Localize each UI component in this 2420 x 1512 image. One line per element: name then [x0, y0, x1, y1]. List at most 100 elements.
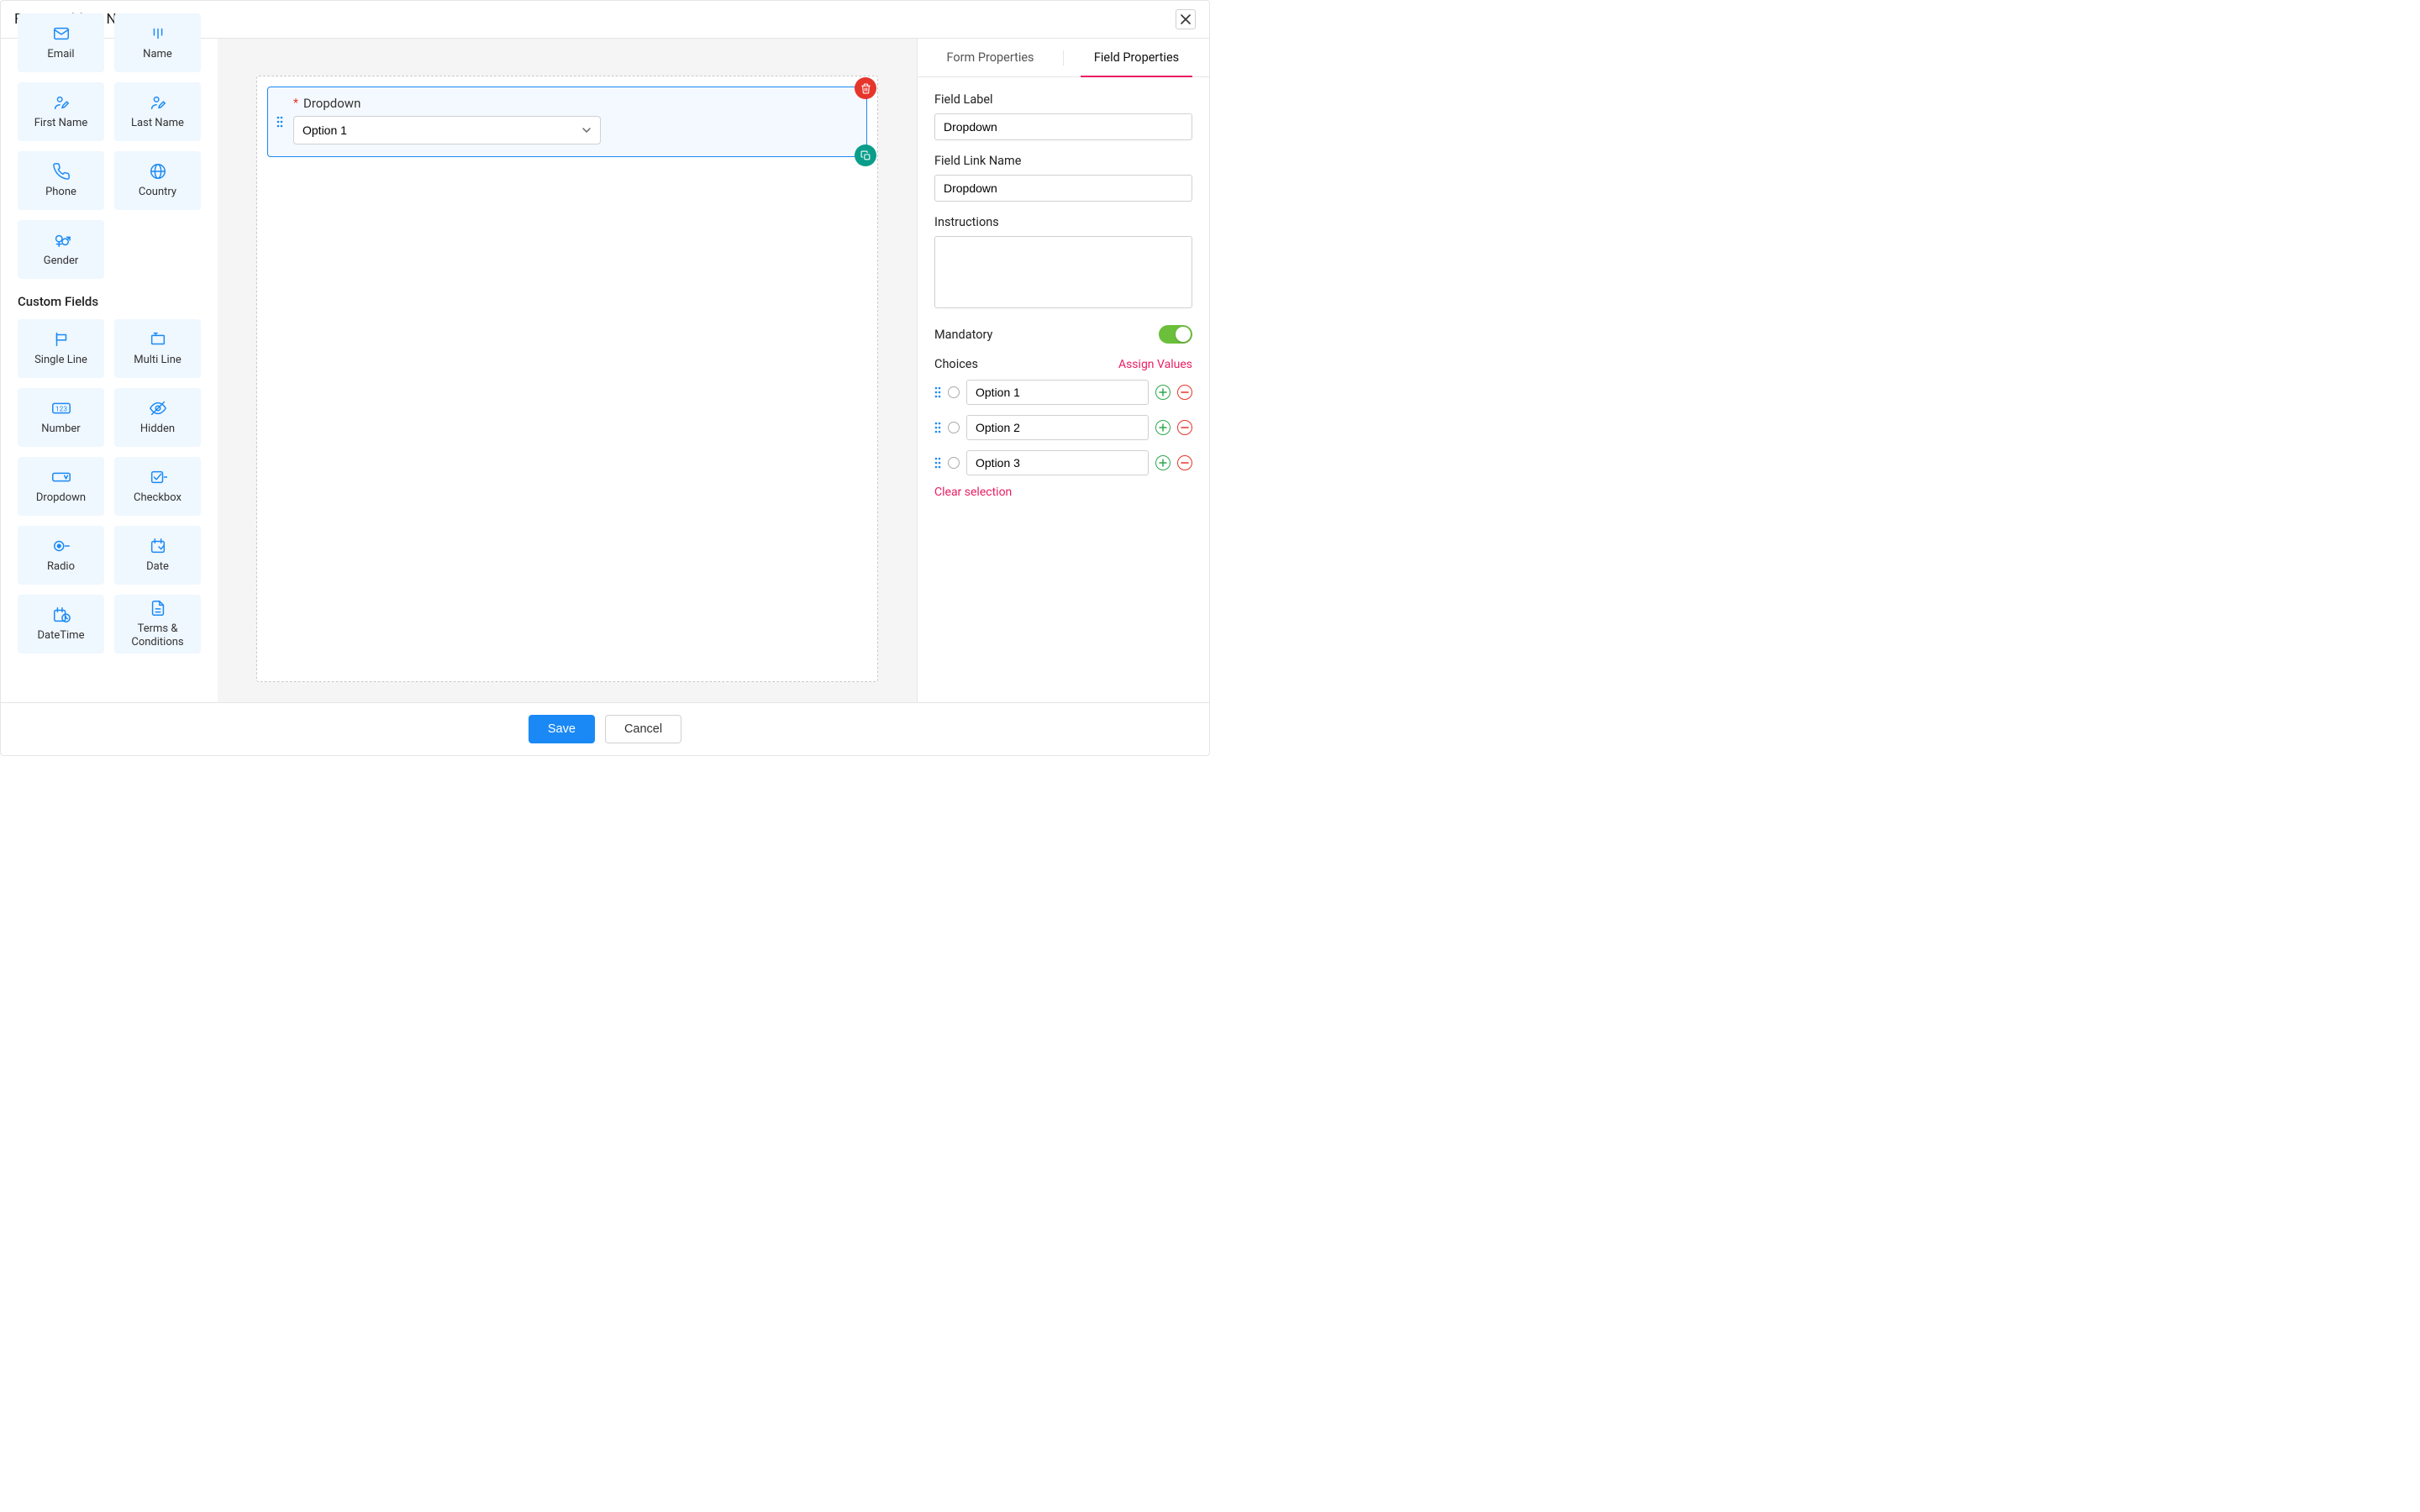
trash-icon — [860, 83, 871, 94]
number-icon: 123 — [50, 399, 72, 417]
field-tile-radio[interactable]: Radio — [18, 526, 104, 585]
mandatory-caption: Mandatory — [934, 328, 992, 342]
field-tile-country[interactable]: Country — [114, 151, 201, 210]
email-icon — [52, 24, 71, 43]
field-tile-label: Name — [143, 48, 172, 61]
field-tile-email[interactable]: Email — [18, 13, 104, 72]
field-tile-label: Dropdown — [36, 491, 86, 505]
field-tile-label: Single Line — [34, 354, 87, 367]
field-tile-label: Phone — [45, 186, 76, 199]
add-choice-button[interactable] — [1155, 455, 1171, 470]
datetime-icon — [52, 606, 71, 624]
gender-icon — [52, 231, 71, 249]
canvas-area: * Dropdown — [218, 39, 917, 702]
checkbox-icon — [149, 468, 167, 486]
close-button[interactable] — [1176, 9, 1196, 29]
choice-default-radio[interactable] — [948, 386, 960, 398]
person-edit-icon — [52, 93, 71, 112]
field-tile-label: Radio — [47, 560, 75, 574]
field-tile-dropdown[interactable]: Dropdown — [18, 457, 104, 516]
delete-field-button[interactable] — [855, 77, 876, 99]
remove-choice-button[interactable] — [1177, 455, 1192, 470]
field-tile-label: Checkbox — [134, 491, 182, 505]
custom-fields-heading: Custom Fields — [18, 294, 201, 309]
choice-row — [934, 415, 1192, 440]
choice-row — [934, 450, 1192, 475]
field-tile-label: Hidden — [140, 423, 175, 436]
field-tile-label: Last Name — [131, 117, 184, 130]
choice-input[interactable] — [966, 450, 1149, 475]
date-icon — [149, 537, 167, 555]
field-tile-label: Country — [139, 186, 176, 199]
properties-panel: Form Properties Field Properties Field L… — [917, 39, 1209, 702]
field-tile-hidden[interactable]: Hidden — [114, 388, 201, 447]
instructions-caption: Instructions — [934, 215, 1192, 229]
mandatory-toggle[interactable] — [1159, 325, 1192, 344]
person-edit-icon — [149, 93, 167, 112]
field-tile-last-name[interactable]: Last Name — [114, 82, 201, 141]
tab-field-properties[interactable]: Field Properties — [1064, 39, 1209, 76]
duplicate-field-button[interactable] — [855, 144, 876, 166]
field-link-input[interactable] — [934, 175, 1192, 202]
phone-icon — [52, 162, 71, 181]
assign-values-link[interactable]: Assign Values — [1118, 358, 1192, 371]
add-choice-button[interactable] — [1155, 385, 1171, 400]
dropdown-icon — [50, 468, 72, 486]
remove-choice-button[interactable] — [1177, 385, 1192, 400]
cancel-button[interactable]: Cancel — [605, 715, 681, 743]
field-tile-label: DateTime — [38, 629, 85, 643]
copy-icon — [860, 150, 871, 161]
radio-icon — [52, 537, 71, 555]
svg-text:123: 123 — [55, 406, 66, 414]
terms-icon — [149, 599, 167, 617]
field-tile-date[interactable]: Date — [114, 526, 201, 585]
field-palette: Email Name First Name Last Name Phone Country… — [1, 13, 218, 702]
canvas-dropdown-value[interactable] — [293, 116, 601, 144]
field-tile-label: First Name — [34, 117, 88, 130]
field-tile-single-line[interactable]: Single Line — [18, 319, 104, 378]
field-tile-label: Date — [146, 560, 169, 574]
globe-icon — [149, 162, 167, 181]
choice-default-radio[interactable] — [948, 422, 960, 433]
tab-form-properties[interactable]: Form Properties — [918, 39, 1063, 76]
field-tile-multi-line[interactable]: Multi Line — [114, 319, 201, 378]
field-label-input[interactable] — [934, 113, 1192, 140]
hidden-icon — [149, 399, 167, 417]
choices-caption: Choices — [934, 357, 978, 371]
drag-handle-icon[interactable] — [934, 422, 941, 433]
choice-default-radio[interactable] — [948, 457, 960, 469]
field-tile-label: Terms & Conditions — [114, 622, 201, 648]
name-icon — [149, 24, 167, 43]
instructions-input[interactable] — [934, 236, 1192, 308]
choice-input[interactable] — [966, 415, 1149, 440]
field-tile-gender[interactable]: Gender — [18, 220, 104, 279]
field-link-caption: Field Link Name — [934, 154, 1192, 168]
drag-handle-icon[interactable] — [934, 386, 941, 398]
field-label-caption: Field Label — [934, 92, 1192, 107]
choice-row — [934, 380, 1192, 405]
field-tile-first-name[interactable]: First Name — [18, 82, 104, 141]
multiline-icon — [149, 330, 167, 349]
close-icon — [1181, 14, 1191, 24]
required-indicator: * — [293, 97, 298, 110]
field-tile-datetime[interactable]: DateTime — [18, 595, 104, 654]
field-tile-number[interactable]: 123 Number — [18, 388, 104, 447]
remove-choice-button[interactable] — [1177, 420, 1192, 435]
field-tile-checkbox[interactable]: Checkbox — [114, 457, 201, 516]
field-tile-label: Gender — [44, 255, 79, 268]
save-button[interactable]: Save — [529, 715, 595, 743]
field-tile-label: Email — [47, 48, 74, 61]
drag-handle-icon[interactable] — [276, 116, 283, 128]
canvas-field-label: Dropdown — [303, 96, 360, 111]
canvas-field-dropdown[interactable]: * Dropdown — [267, 87, 867, 157]
field-tile-label: Number — [41, 423, 80, 436]
drag-handle-icon[interactable] — [934, 457, 941, 469]
field-tile-name[interactable]: Name — [114, 13, 201, 72]
field-tile-phone[interactable]: Phone — [18, 151, 104, 210]
form-canvas[interactable]: * Dropdown — [256, 76, 878, 682]
add-choice-button[interactable] — [1155, 420, 1171, 435]
canvas-dropdown-select[interactable] — [293, 116, 601, 144]
clear-selection-link[interactable]: Clear selection — [934, 486, 1012, 499]
choice-input[interactable] — [966, 380, 1149, 405]
field-tile-terms[interactable]: Terms & Conditions — [114, 595, 201, 654]
